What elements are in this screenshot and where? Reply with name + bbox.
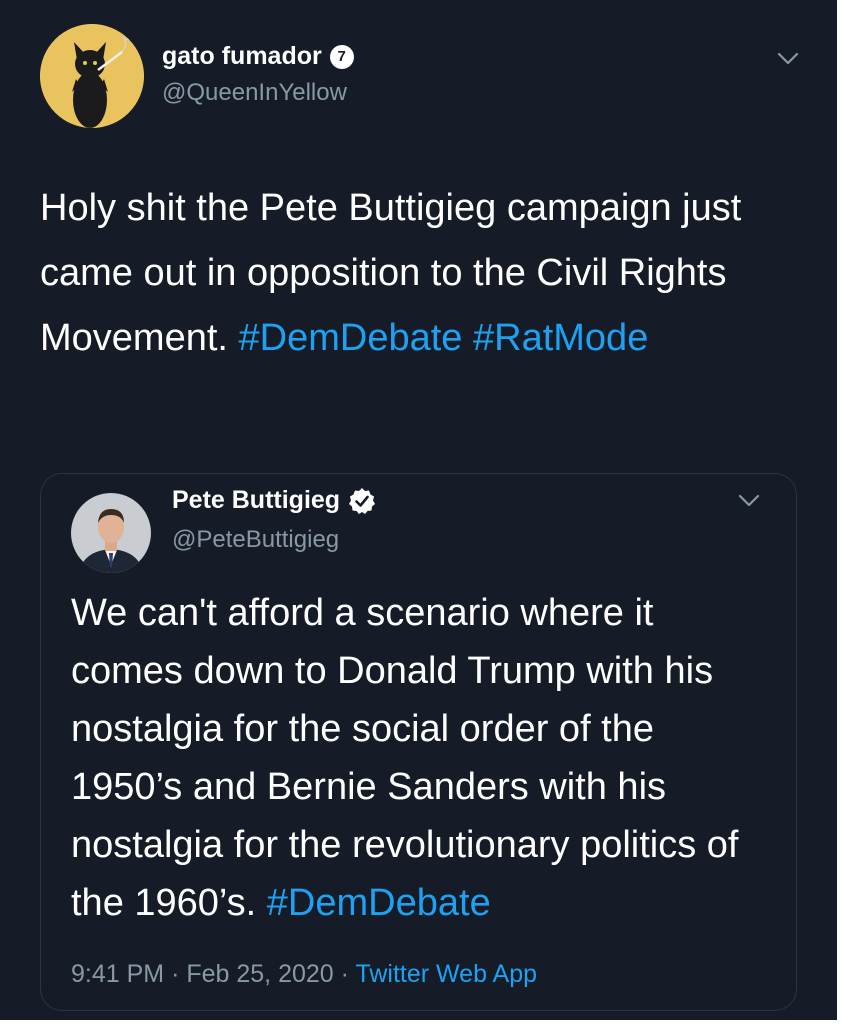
author-handle[interactable]: @QueenInYellow <box>162 79 347 107</box>
quoted-author-handle[interactable]: @PeteButtigieg <box>172 526 339 554</box>
hashtag-link[interactable]: #DemDebate <box>267 882 491 924</box>
verified-badge-icon <box>349 487 376 514</box>
tweet-source[interactable]: Twitter Web App <box>355 960 537 988</box>
chevron-down-icon[interactable] <box>777 52 799 66</box>
badge-icon: 7 <box>329 44 354 69</box>
tweet-metadata: 9:41 PM · Feb 25, 2020 · Twitter Web App <box>71 960 537 989</box>
person-avatar-icon[interactable] <box>71 493 151 573</box>
quoted-author-name-row: Pete Buttigieg <box>172 486 376 515</box>
author-name-row: gato fumador 7 <box>162 42 354 71</box>
hashtag-link[interactable]: #RatMode <box>473 317 648 359</box>
quoted-author-display-name[interactable]: Pete Buttigieg <box>172 486 340 515</box>
author-display-name[interactable]: gato fumador <box>162 42 322 71</box>
quoted-tweet[interactable]: Pete Buttigieg @PeteButtigieg We can't a… <box>40 473 797 1011</box>
chevron-down-icon[interactable] <box>738 494 760 508</box>
quoted-tweet-text: We can't afford a scenario where it come… <box>71 592 739 924</box>
hashtag-link[interactable]: #DemDebate <box>239 317 463 359</box>
tweet-body: Holy shit the Pete Buttigieg campaign ju… <box>40 176 800 371</box>
quoted-tweet-body: We can't afford a scenario where it come… <box>71 584 771 932</box>
tweet-card: gato fumador 7 @QueenInYellow Holy shit … <box>0 0 837 1020</box>
cat-avatar-icon[interactable] <box>40 24 144 128</box>
meta-separator: · <box>171 960 180 988</box>
tweet-time[interactable]: 9:41 PM <box>71 960 164 988</box>
tweet-date[interactable]: Feb 25, 2020 <box>186 960 333 988</box>
meta-separator: · <box>340 960 349 988</box>
